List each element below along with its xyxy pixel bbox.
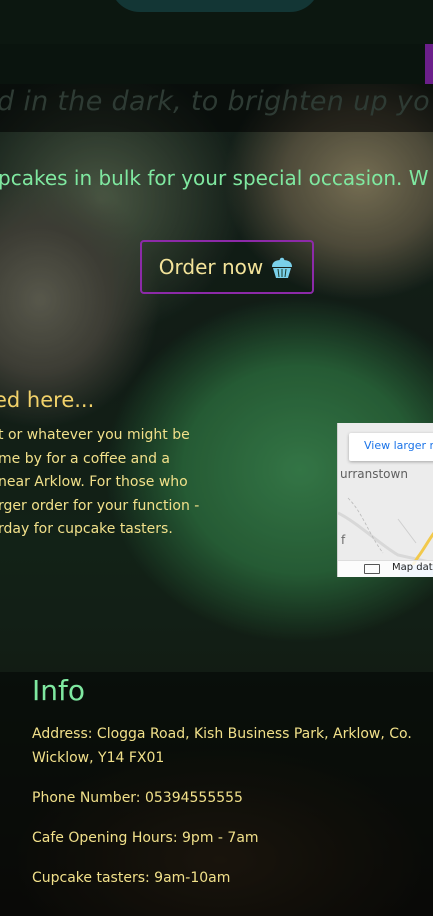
order-now-button[interactable]: Order now [140,240,314,294]
bulk-order-text: pcakes in bulk for your special occasion… [0,166,429,190]
keyboard-icon[interactable] [364,564,380,574]
info-title: Info [32,674,85,707]
location-paragraph: t or whatever you might be me by for a c… [0,424,213,542]
view-larger-map-box[interactable]: View larger m [349,433,433,461]
navigation-bar [0,44,433,84]
map-town-label: urranstown [340,467,408,481]
opening-hours-text: Cafe Opening Hours: 9pm - 7am [32,830,259,846]
map-place-letter: f [341,533,346,547]
order-now-label: Order now [158,255,264,279]
cupcake-tasters-text: Cupcake tasters: 9am-10am [32,870,231,886]
info-section: Info Address: Clogga Road, Kish Business… [0,672,433,916]
paragraph-line: near Arklow. For those who [0,474,188,491]
paragraph-line: t or whatever you might be [0,427,190,443]
phone-text: Phone Number: 05394555555 [32,790,243,806]
paragraph-line: me by for a coffee and a [0,450,171,467]
site-logo[interactable] [110,0,320,12]
nav-menu-toggle[interactable] [425,44,433,84]
paragraph-line: rday for cupcake tasters. [0,521,173,538]
map-data-label[interactable]: Map data [392,562,433,573]
address-text: Address: Clogga Road, Kish Business Park… [32,726,412,766]
tagline-banner: d in the dark, to brighten up yo [0,84,433,132]
view-larger-map-link[interactable]: View larger m [364,439,433,452]
tagline-text: d in the dark, to brighten up yo [0,86,430,117]
paragraph-line: rger order for your function - [0,497,200,514]
embedded-map[interactable]: View larger m urranstown f Map data [337,423,433,577]
map-footer: Map data [338,560,433,577]
location-heading: ed here... [0,388,95,412]
cupcake-icon [272,257,293,278]
